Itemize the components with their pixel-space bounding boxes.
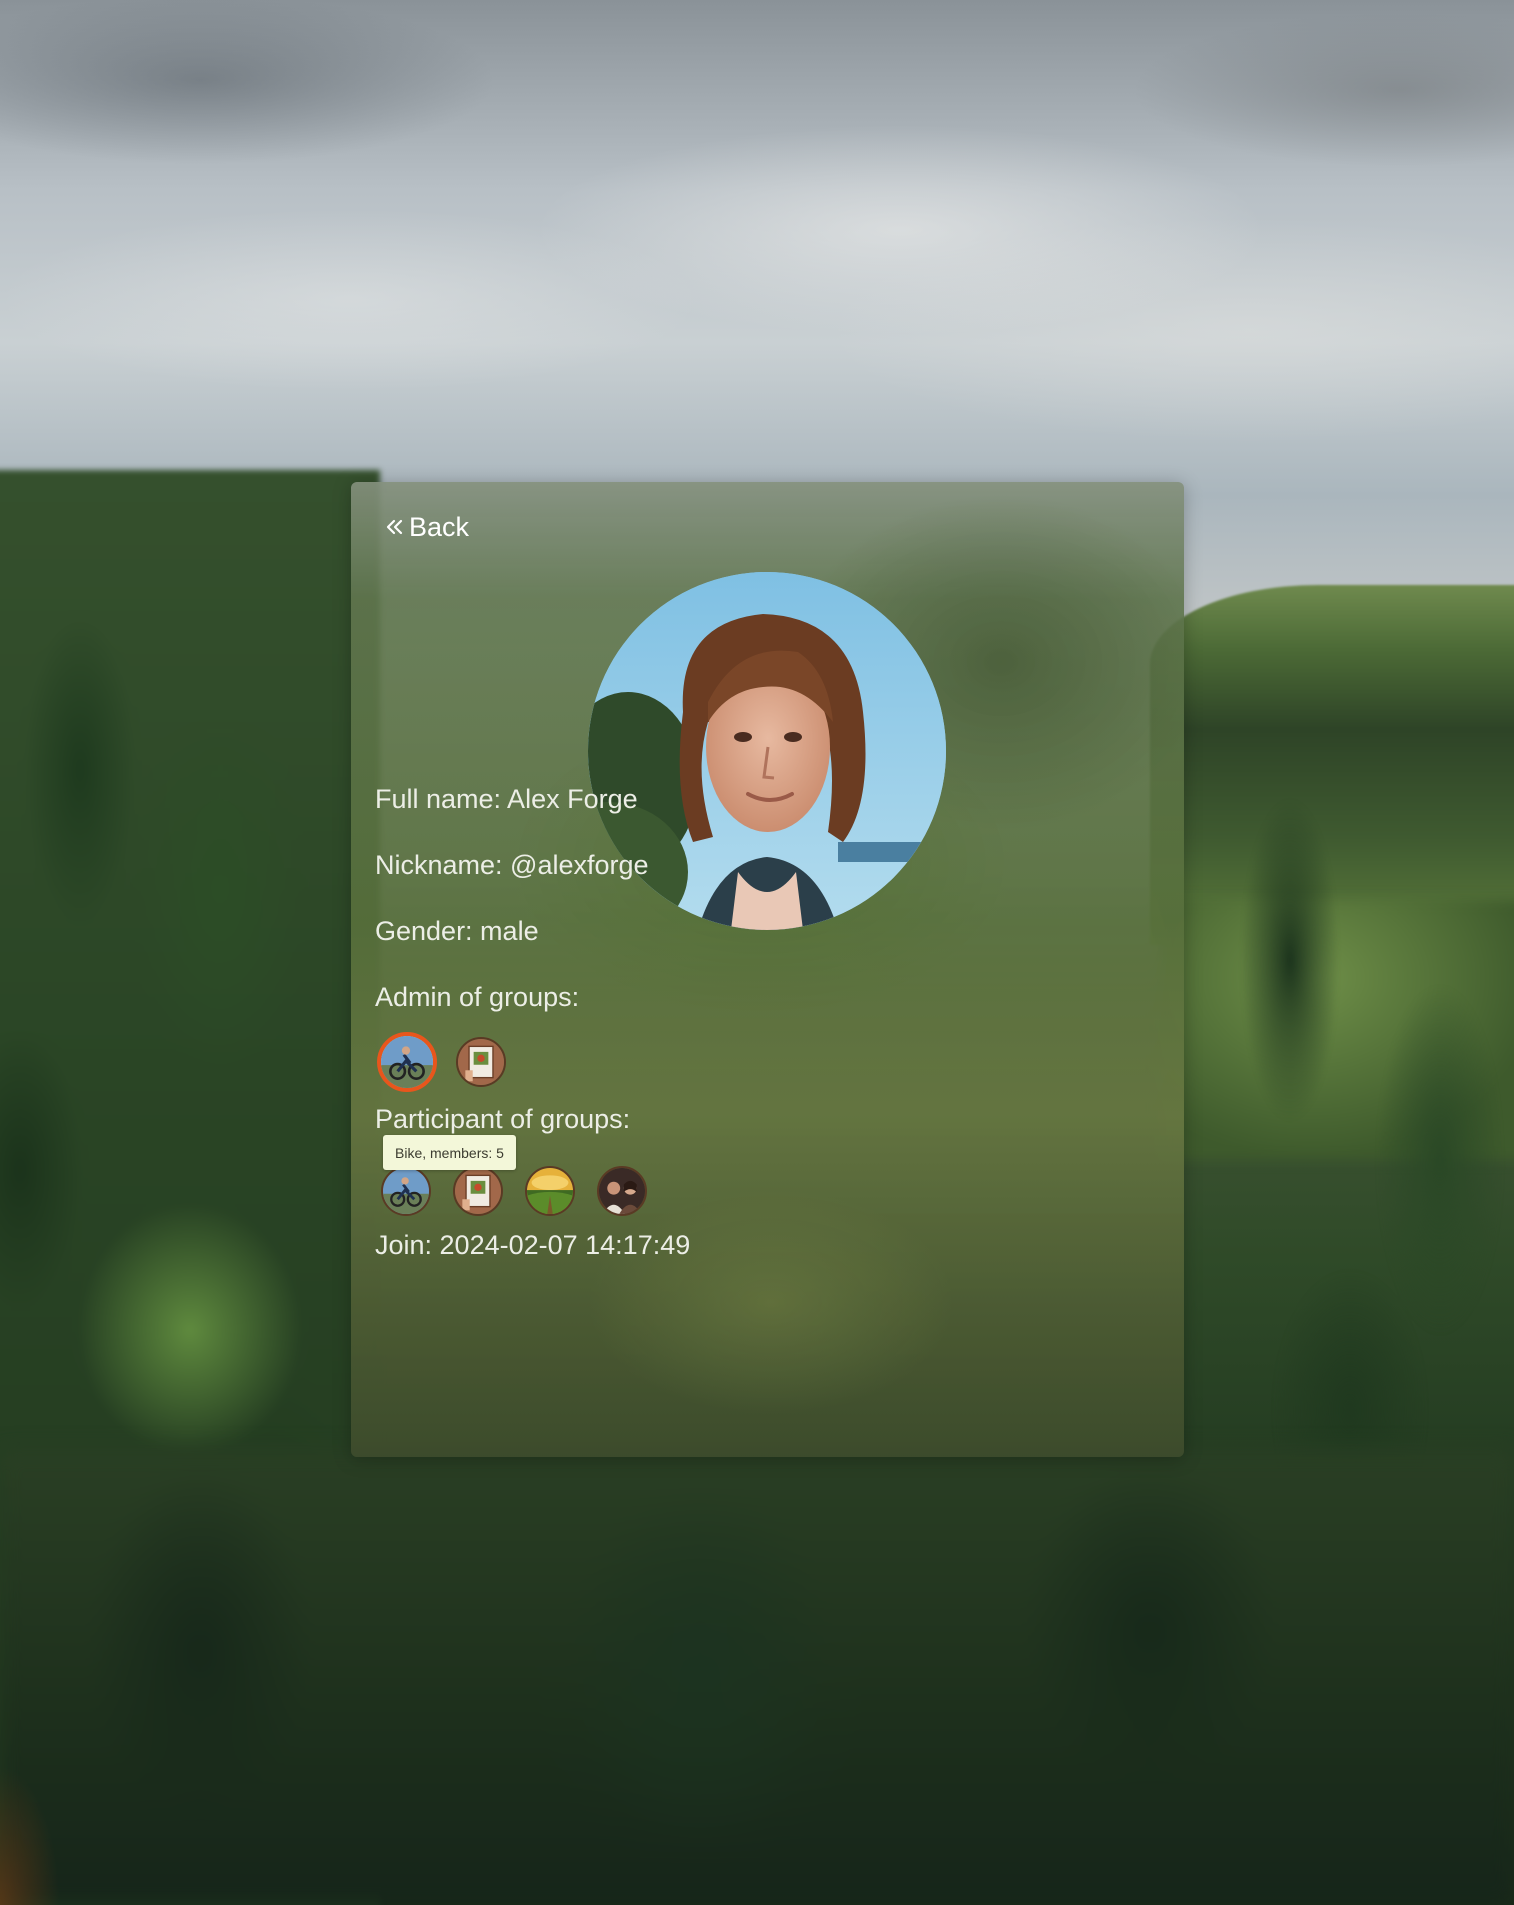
back-button[interactable]: Back: [385, 512, 469, 543]
background-trees-bottom: [0, 1450, 1514, 1905]
book-group-icon: [455, 1168, 501, 1214]
participant-groups-list: [381, 1166, 647, 1216]
gender: Gender: male: [375, 916, 539, 946]
page: Back Full name: Alex Forge Nickname: @al…: [0, 0, 1514, 1905]
cyclist-group-icon: [381, 1036, 433, 1088]
background-trees-right: [1190, 760, 1514, 1560]
admin-groups-label: Admin of groups:: [375, 982, 580, 1012]
participant-group-nature[interactable]: [525, 1166, 575, 1216]
profile-card: Back Full name: Alex Forge Nickname: @al…: [351, 482, 1184, 1457]
group-tooltip: Bike, members: 5: [383, 1135, 516, 1170]
nature-group-icon: [527, 1168, 573, 1214]
full-name: Full name: Alex Forge: [375, 784, 638, 814]
admin-group-bike[interactable]: [377, 1032, 437, 1092]
background-corner: [0, 1765, 60, 1905]
admin-group-book[interactable]: [456, 1037, 506, 1087]
participant-groups-label: Participant of groups:: [375, 1104, 631, 1134]
participant-group-book[interactable]: [453, 1166, 503, 1216]
cyclist-group-icon: [383, 1168, 429, 1214]
double-chevron-left-icon: [386, 519, 403, 534]
join-date: Join: 2024-02-07 14:17:49: [375, 1230, 691, 1260]
nickname: Nickname: @alexforge: [375, 850, 649, 880]
participant-group-bike[interactable]: [381, 1166, 431, 1216]
admin-groups-list: [377, 1032, 506, 1092]
participant-group-people[interactable]: [597, 1166, 647, 1216]
people-group-icon: [599, 1168, 645, 1214]
book-group-icon: [458, 1039, 504, 1085]
back-label: Back: [409, 512, 470, 542]
